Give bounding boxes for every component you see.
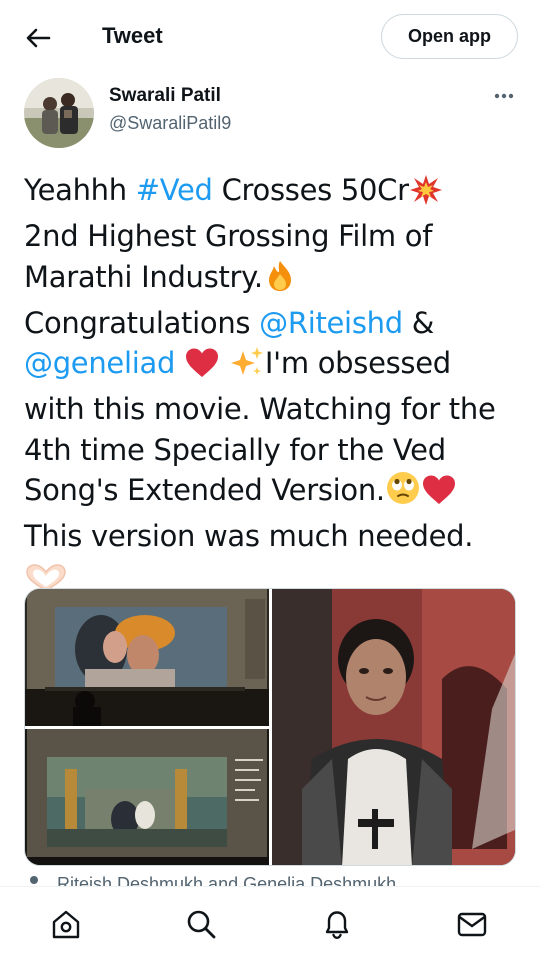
tweet-line: 4th time Specially for the Ved <box>24 432 446 467</box>
tweet-text: Yeahhh #Ved Crosses 50Cr 2nd Highest Gro… <box>24 170 524 603</box>
social-context-text[interactable]: Riteish Deshmukh and Genelia Deshmukh <box>57 874 396 886</box>
face-with-rolling-eyes-emoji-icon <box>385 470 421 516</box>
tweet-image[interactable] <box>272 589 515 865</box>
author-handle[interactable]: @SwaraliPatil9 <box>109 113 231 134</box>
hashtag-link[interactable]: #Ved <box>136 173 213 207</box>
bottom-nav <box>0 886 540 960</box>
context-dot-icon <box>30 876 38 884</box>
messages-icon <box>457 912 487 937</box>
tweet-line: Marathi Industry. <box>24 257 524 303</box>
more-options-button[interactable] <box>488 86 520 106</box>
tweet-line: 2nd Highest Grossing Film of <box>24 219 433 254</box>
mention-link[interactable]: @geneliad <box>24 346 175 380</box>
more-dots-icon <box>494 93 514 99</box>
red-heart-emoji-icon <box>421 474 457 516</box>
page-title: Tweet <box>102 23 163 48</box>
mention-link[interactable]: @Riteishd <box>259 306 403 340</box>
tweet-line: with this movie. Watching for the <box>24 392 496 427</box>
tweet-line: @geneliad I'm obsessed <box>24 343 524 389</box>
social-context[interactable]: Riteish Deshmukh and Genelia Deshmukh <box>30 874 510 886</box>
sparkles-emoji-icon <box>229 345 265 389</box>
media-grid[interactable] <box>24 588 516 866</box>
tweet-line: Yeahhh #Ved Crosses 50Cr <box>24 170 524 216</box>
tweet-line: Congratulations @Riteishd & <box>24 305 435 340</box>
nav-messages[interactable] <box>455 907 489 941</box>
home-icon <box>52 910 80 939</box>
top-bar: Tweet Open app <box>0 0 540 75</box>
open-app-button[interactable]: Open app <box>381 14 518 59</box>
tweet-line: This version was much needed. <box>24 519 474 554</box>
tweet-image[interactable] <box>25 729 269 865</box>
back-arrow-icon <box>26 28 51 48</box>
avatar[interactable] <box>24 78 94 148</box>
notifications-icon <box>325 911 349 940</box>
search-icon <box>187 910 216 939</box>
red-heart-emoji-icon <box>184 347 220 389</box>
nav-search[interactable] <box>184 907 218 941</box>
fire-emoji-icon <box>263 259 297 303</box>
nav-home[interactable] <box>49 907 83 941</box>
back-button[interactable] <box>22 22 54 54</box>
nav-notifications[interactable] <box>320 907 354 941</box>
author-name[interactable]: Swarali Patil <box>109 85 221 107</box>
collision-emoji-icon <box>409 174 443 216</box>
tweet-image[interactable] <box>25 589 269 726</box>
tweet-line: Song's Extended Version. <box>24 470 524 516</box>
